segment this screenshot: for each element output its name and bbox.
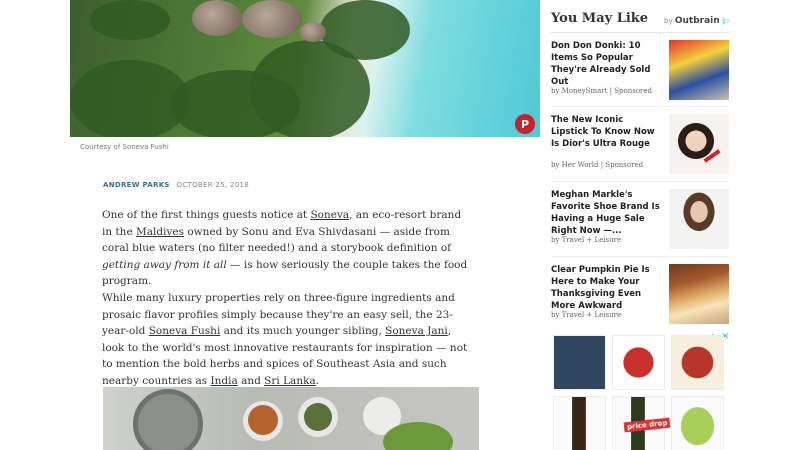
- recommendation-item[interactable]: Meghan Markle's Favorite Shoe Brand Is H…: [551, 189, 729, 257]
- author-link[interactable]: ANDREW PARKS: [103, 181, 170, 189]
- thumbnail-portrait[interactable]: [669, 189, 729, 249]
- link-soneva-fushi[interactable]: Soneva Fushi: [149, 325, 221, 337]
- article-paragraph: While many luxury properties rely on thr…: [102, 292, 468, 387]
- product-tile[interactable]: [553, 335, 606, 390]
- link-soneva[interactable]: Soneva: [310, 209, 349, 221]
- hero-image: [70, 0, 540, 137]
- thumbnail-pie[interactable]: [669, 264, 729, 324]
- outbrain-attribution[interactable]: by Outbrain |▷: [664, 16, 730, 26]
- divider: [551, 181, 729, 182]
- article-paragraph: One of the first things guests notice at…: [102, 209, 468, 287]
- divider: [551, 106, 729, 107]
- link-maldives[interactable]: Maldives: [136, 226, 184, 238]
- recommendation-item[interactable]: The New Iconic Lipstick To Know Now Is D…: [551, 114, 729, 182]
- product-tile[interactable]: [671, 335, 724, 390]
- sidebar-title: You May Like: [551, 11, 649, 26]
- link-sri-lanka[interactable]: Sri Lanka: [264, 375, 316, 387]
- article-photo: [103, 387, 479, 450]
- pinterest-share-button[interactable]: P: [515, 114, 535, 134]
- link-india[interactable]: India: [211, 375, 238, 387]
- product-tile[interactable]: [612, 335, 665, 390]
- divider: [551, 256, 729, 257]
- link-soneva-jani[interactable]: Soneva Jani: [385, 325, 448, 337]
- sidebar-divider: [551, 32, 729, 33]
- product-tile[interactable]: [553, 396, 606, 450]
- thumbnail-model-lipstick[interactable]: [669, 114, 729, 174]
- outbrain-logo: Outbrain: [674, 16, 720, 26]
- recommendation-item[interactable]: Clear Pumpkin Pie Is Here to Make Your T…: [551, 264, 729, 332]
- byline: ANDREW PARKS OCTOBER 25, 2018: [103, 181, 249, 189]
- image-caption: Courtesy of Soneva Fushi: [80, 143, 169, 151]
- adchoices-icon: |▷: [721, 17, 730, 25]
- thumbnail-store[interactable]: [669, 40, 729, 100]
- product-ad[interactable]: ▷ ✕: [551, 332, 729, 450]
- product-tile[interactable]: [671, 396, 724, 450]
- recommendation-item[interactable]: Don Don Donki: 10 Items So Popular They'…: [551, 40, 729, 108]
- publish-date: OCTOBER 25, 2018: [176, 181, 249, 189]
- pinterest-icon: P: [520, 117, 530, 131]
